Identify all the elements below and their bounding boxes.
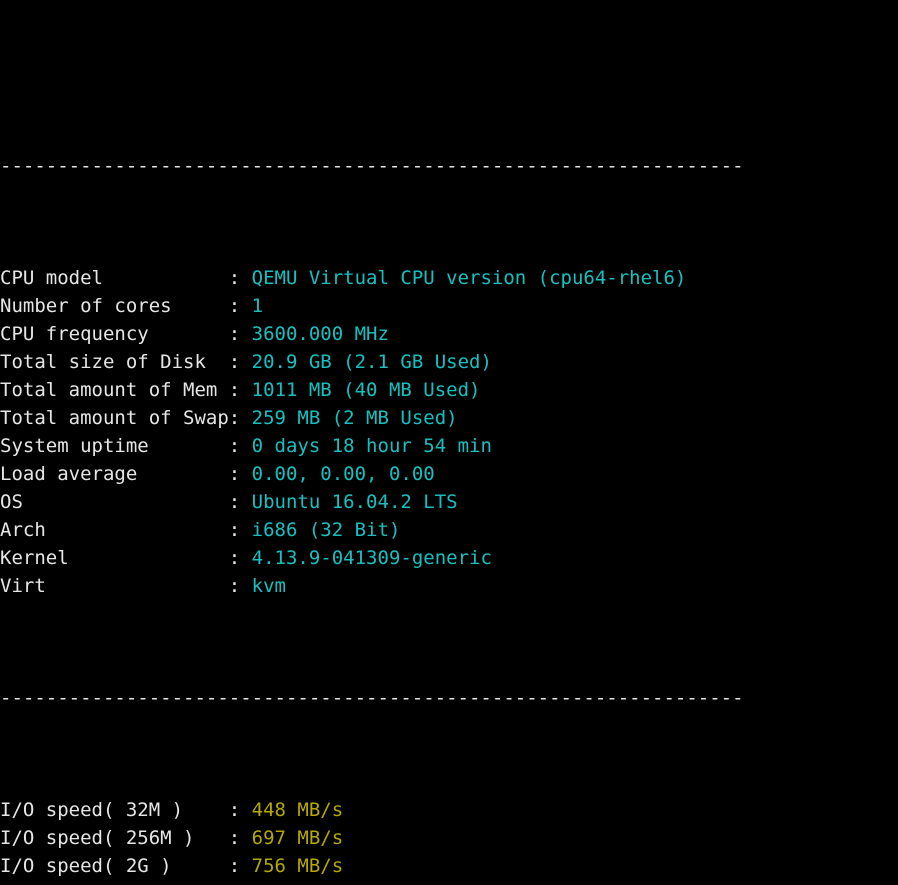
io-speed-row-value: 697 MB/s	[251, 827, 344, 849]
system-info-row-value: i686 (32 Bit)	[251, 519, 401, 541]
system-info-row: Virt : kvm	[0, 572, 898, 600]
io-speed-row-value: 448 MB/s	[251, 799, 344, 821]
system-info-row: Kernel : 4.13.9-041309-generic	[0, 544, 898, 572]
system-info-row-value: 20.9 GB (2.1 GB Used)	[251, 351, 492, 373]
system-info-row: Arch : i686 (32 Bit)	[0, 516, 898, 544]
system-info-row-value: 259 MB (2 MB Used)	[251, 407, 458, 429]
io-speed-row: I/O speed( 2G ) : 756 MB/s	[0, 852, 898, 880]
system-info-row-colon: :	[228, 519, 252, 541]
system-info-row-label: Total amount of Mem	[0, 379, 229, 401]
system-info-row-label: Virt	[0, 575, 229, 597]
system-info-row: System uptime : 0 days 18 hour 54 min	[0, 432, 898, 460]
system-info-row: OS : Ubuntu 16.04.2 LTS	[0, 488, 898, 516]
terminal-top-padding	[0, 56, 898, 68]
system-info-row-label: Arch	[0, 519, 229, 541]
system-info-row-colon: :	[228, 575, 252, 597]
system-info-row-colon: :	[228, 463, 252, 485]
system-info-row-label: System uptime	[0, 435, 229, 457]
io-speed-row: Average I/O speed : 633.7 MB/s	[0, 880, 898, 885]
system-info-row-colon: :	[228, 351, 252, 373]
system-info-row-value: 1011 MB (40 MB Used)	[251, 379, 481, 401]
system-info-row-colon: :	[228, 547, 252, 569]
system-info-row-colon: :	[228, 323, 252, 345]
system-info-row-label: Kernel	[0, 547, 229, 569]
io-speed-row-colon: :	[228, 799, 252, 821]
system-info-row-label: Load average	[0, 463, 229, 485]
io-speed-row: I/O speed( 256M ) : 697 MB/s	[0, 824, 898, 852]
system-info-block: CPU model : QEMU Virtual CPU version (cp…	[0, 264, 898, 600]
io-speed-row: I/O speed( 32M ) : 448 MB/s	[0, 796, 898, 824]
terminal-output: ----------------------------------------…	[0, 0, 898, 885]
system-info-row-colon: :	[228, 491, 252, 513]
system-info-row-colon: :	[228, 267, 252, 289]
io-speed-row-colon: :	[228, 855, 252, 877]
system-info-row-value: 1	[251, 295, 264, 317]
system-info-row: Total size of Disk : 20.9 GB (2.1 GB Use…	[0, 348, 898, 376]
system-info-row-label: Number of cores	[0, 295, 229, 317]
system-info-row-label: CPU frequency	[0, 323, 229, 345]
system-info-row: Total amount of Mem : 1011 MB (40 MB Use…	[0, 376, 898, 404]
system-info-row-colon: :	[228, 295, 252, 317]
io-speed-row-label: I/O speed( 32M )	[0, 799, 229, 821]
io-speed-row-colon: :	[228, 827, 252, 849]
system-info-row-label: OS	[0, 491, 229, 513]
system-info-row-value: 4.13.9-041309-generic	[251, 547, 492, 569]
system-info-row-label: Total size of Disk	[0, 351, 229, 373]
system-info-row: CPU model : QEMU Virtual CPU version (cp…	[0, 264, 898, 292]
system-info-row-label: Total amount of Swap	[0, 407, 229, 429]
system-info-row: CPU frequency : 3600.000 MHz	[0, 320, 898, 348]
system-info-row-value: 0 days 18 hour 54 min	[251, 435, 492, 457]
system-info-row-value: 0.00, 0.00, 0.00	[251, 463, 435, 485]
system-info-row-label: CPU model	[0, 267, 229, 289]
system-info-row: Total amount of Swap: 259 MB (2 MB Used)	[0, 404, 898, 432]
separator-line-top: ----------------------------------------…	[0, 155, 744, 177]
system-info-row: Load average : 0.00, 0.00, 0.00	[0, 460, 898, 488]
system-info-row: Number of cores : 1	[0, 292, 898, 320]
system-info-row-value: kvm	[251, 575, 286, 597]
system-info-row-colon: :	[228, 435, 252, 457]
io-speed-row-label: I/O speed( 2G )	[0, 855, 229, 877]
io-speed-block: I/O speed( 32M ) : 448 MB/s I/O speed( 25…	[0, 796, 898, 885]
system-info-row-colon: :	[228, 407, 252, 429]
io-speed-row-label: I/O speed( 256M )	[0, 827, 229, 849]
io-speed-row-value: 756 MB/s	[251, 855, 344, 877]
separator-line-io: ----------------------------------------…	[0, 687, 744, 709]
system-info-row-value: QEMU Virtual CPU version (cpu64-rhel6)	[251, 267, 687, 289]
system-info-row-value: Ubuntu 16.04.2 LTS	[251, 491, 458, 513]
system-info-row-colon: :	[228, 379, 252, 401]
system-info-row-value: 3600.000 MHz	[251, 323, 389, 345]
